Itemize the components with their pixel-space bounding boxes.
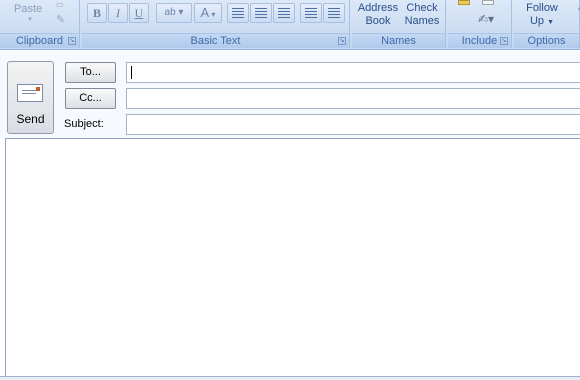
clipboard-group-label: Clipboard ↘ [0, 33, 79, 48]
names-group-label: Names [352, 33, 445, 48]
align-center-icon [255, 8, 267, 18]
basic-text-group: B I U ab ▾ A ▾ Basic Text ↘ [82, 0, 350, 48]
clipboard-group: Paste ▼ ▭ ✎ Clipboard ↘ [0, 0, 80, 48]
decrease-indent-button[interactable] [300, 3, 322, 23]
italic-button[interactable]: I [108, 3, 128, 23]
check-names-label-2: Names [404, 15, 440, 27]
include-label-text: Include [461, 35, 498, 47]
basic-text-group-label: Basic Text ↘ [82, 33, 349, 48]
font-color-icon: A [200, 5, 210, 20]
follow-up-label-1: Follow [526, 2, 558, 14]
options-group: Follow Up ▼ ◦ Options [514, 0, 580, 48]
follow-up-dropdown-icon: ▼ [547, 19, 555, 26]
dialog-launcher-icon[interactable]: ↘ [500, 37, 508, 45]
check-names-label-1: Check [406, 2, 438, 14]
follow-up-label-2-text: Up [529, 15, 545, 27]
include-group: ✍▾ Include ↘ [448, 0, 512, 48]
message-header: Send To... Cc... Subject: [0, 51, 580, 138]
align-right-icon [278, 8, 290, 18]
format-painter-icon[interactable]: ✎ [56, 13, 65, 26]
subject-label: Subject: [64, 118, 104, 130]
text-cursor [131, 66, 132, 79]
font-color-button[interactable]: A ▾ [194, 3, 222, 23]
status-strip [0, 376, 580, 380]
copy-icon[interactable]: ▭ [56, 0, 70, 9]
check-names-button[interactable]: Check Names [402, 2, 442, 28]
ribbon: Paste ▼ ▭ ✎ Clipboard ↘ B I U ab ▾ A ▾ B… [0, 0, 580, 50]
cc-field[interactable] [126, 88, 580, 109]
dialog-launcher-icon[interactable]: ↘ [338, 37, 346, 45]
address-book-button[interactable]: Address Book [357, 2, 399, 28]
highlight-icon: ab [164, 7, 176, 18]
options-label-text: Options [527, 35, 566, 47]
dialog-launcher-icon[interactable]: ↘ [68, 37, 76, 45]
send-label: Send [16, 112, 45, 126]
signature-icon[interactable]: ✍▾ [478, 12, 494, 26]
bold-button[interactable]: B [87, 3, 107, 23]
names-label-text: Names [381, 35, 416, 47]
increase-indent-button[interactable] [323, 3, 345, 23]
options-group-label: Options [514, 33, 579, 48]
paste-button[interactable]: Paste [14, 3, 42, 15]
clipboard-label-text: Clipboard [15, 35, 64, 47]
address-book-label-2: Book [365, 15, 391, 27]
to-button[interactable]: To... [65, 62, 116, 83]
align-left-button[interactable] [227, 3, 249, 23]
send-button[interactable]: Send [7, 61, 54, 134]
to-field[interactable] [126, 62, 580, 83]
names-group: Address Book Check Names Names [352, 0, 446, 48]
cc-button[interactable]: Cc... [65, 88, 116, 109]
envelope-icon [17, 84, 43, 102]
underline-button[interactable]: U [129, 3, 149, 23]
subject-field[interactable] [126, 114, 580, 135]
attach-file-icon[interactable] [458, 0, 470, 5]
paste-dropdown-icon[interactable]: ▼ [27, 17, 33, 23]
align-left-icon [232, 8, 244, 18]
increase-indent-icon [328, 8, 340, 18]
message-body[interactable] [5, 138, 580, 376]
align-right-button[interactable] [273, 3, 295, 23]
attach-item-icon[interactable] [482, 0, 494, 5]
highlight-button[interactable]: ab ▾ [156, 3, 192, 23]
align-center-button[interactable] [250, 3, 272, 23]
address-book-label-1: Address [357, 2, 399, 14]
include-group-label: Include ↘ [448, 33, 511, 48]
follow-up-label-2: Up ▼ [519, 15, 565, 29]
basic-text-label-text: Basic Text [190, 35, 241, 47]
follow-up-button[interactable]: Follow Up ▼ [519, 2, 565, 29]
decrease-indent-icon [305, 8, 317, 18]
